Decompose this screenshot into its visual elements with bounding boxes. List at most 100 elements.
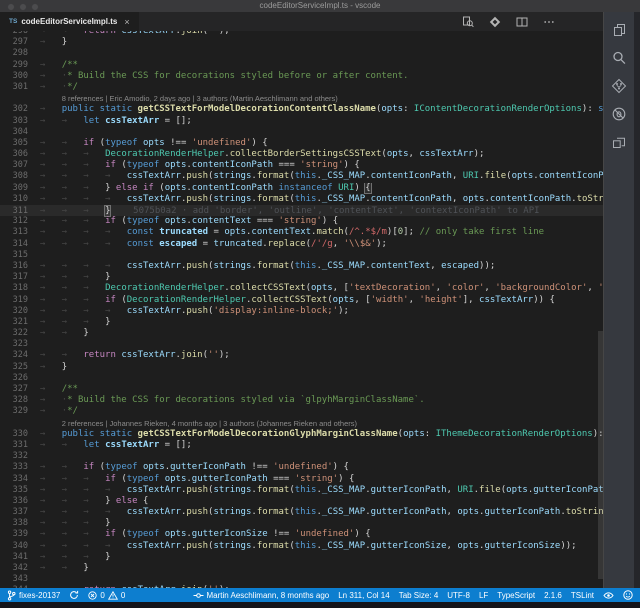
code-row[interactable]: 337→ → → → cssTextArr.push(strings.forma… <box>0 507 603 518</box>
code-row[interactable]: 322→ → } <box>0 328 603 339</box>
branch-indicator[interactable]: fixes-20137 <box>7 590 60 601</box>
line-number[interactable]: 329 <box>0 406 28 417</box>
line-number[interactable]: 337 <box>0 507 28 518</box>
eol[interactable]: LF <box>479 591 488 600</box>
line-number[interactable]: 318 <box>0 283 28 294</box>
tab-codeEditorServiceImpl[interactable]: TS codeEditorServiceImpl.ts × <box>0 12 139 31</box>
code-row[interactable]: 300→ ·* Build the CSS for decorations st… <box>0 71 603 82</box>
line-number[interactable]: 332 <box>0 451 28 462</box>
line-number[interactable]: 312 <box>0 216 28 227</box>
code-row[interactable]: 338→ → → } <box>0 518 603 529</box>
code-row[interactable]: 315 <box>0 250 603 261</box>
more-actions-icon[interactable] <box>541 14 557 30</box>
line-number[interactable]: 317 <box>0 272 28 283</box>
line-number[interactable]: 302 <box>0 104 28 115</box>
screen-reader-button[interactable] <box>603 591 614 600</box>
line-number[interactable]: 325 <box>0 362 28 373</box>
line-number[interactable]: 313 <box>0 227 28 238</box>
cursor-position[interactable]: Ln 311, Col 14 <box>338 591 389 600</box>
extensions-icon[interactable] <box>611 134 627 150</box>
code-row[interactable]: 304 <box>0 127 603 138</box>
line-number[interactable]: 338 <box>0 518 28 529</box>
code-row[interactable]: 307→ → → if (typeof opts.contentIconPath… <box>0 160 603 171</box>
code-row[interactable]: 297→ } <box>0 37 603 48</box>
code-row[interactable]: 314→ → → → const escaped = truncated.rep… <box>0 239 603 250</box>
zoom-window-button[interactable] <box>31 3 39 11</box>
line-number[interactable]: 315 <box>0 250 28 261</box>
code-row[interactable]: 326 <box>0 373 603 384</box>
code-row[interactable]: 342→ → } <box>0 563 603 574</box>
open-preview-icon[interactable] <box>460 14 476 30</box>
tab-size[interactable]: Tab Size: 4 <box>399 591 439 600</box>
code-row[interactable]: 301→ ·*/ <box>0 82 603 93</box>
code-row[interactable]: 306→ → → DecorationRenderHelper.collectB… <box>0 149 603 160</box>
code-row[interactable]: 308→ → → → cssTextArr.push(strings.forma… <box>0 171 603 182</box>
line-number[interactable]: 310 <box>0 194 28 205</box>
line-number[interactable]: 333 <box>0 462 28 473</box>
line-number[interactable]: 308 <box>0 171 28 182</box>
code-row[interactable]: 344→ → return cssTextArr.join(''); <box>0 585 603 588</box>
line-number[interactable]: 322 <box>0 328 28 339</box>
code-row[interactable]: 332 <box>0 451 603 462</box>
line-number[interactable]: 303 <box>0 116 28 127</box>
code-row[interactable]: 329→ ·*/ <box>0 406 603 417</box>
code-row[interactable]: 310→ → → → cssTextArr.push(strings.forma… <box>0 194 603 205</box>
code-row[interactable]: 311→ → → } 5075b0a2 · add 'border', 'out… <box>0 205 603 216</box>
problems-indicator[interactable]: 0 0 <box>88 591 125 600</box>
line-number[interactable]: 343 <box>0 574 28 585</box>
code-row[interactable]: 316→ → → → cssTextArr.push(strings.forma… <box>0 261 603 272</box>
code-row[interactable]: 324→ → return cssTextArr.join(''); <box>0 350 603 361</box>
line-number[interactable]: 304 <box>0 127 28 138</box>
line-number[interactable]: 316 <box>0 261 28 272</box>
code-row[interactable]: 321→ → → } <box>0 317 603 328</box>
split-editor-icon[interactable] <box>514 14 530 30</box>
sync-button[interactable] <box>69 590 79 600</box>
code-row[interactable]: 302→ public static getCSSTextForModelDec… <box>0 104 603 115</box>
code-row[interactable]: 340→ → → → cssTextArr.push(strings.forma… <box>0 541 603 552</box>
line-number[interactable]: 320 <box>0 306 28 317</box>
code-row[interactable]: 336→ → → } else { <box>0 496 603 507</box>
code-row[interactable]: 325→ } <box>0 362 603 373</box>
feedback-button[interactable] <box>623 590 633 600</box>
line-number[interactable]: 323 <box>0 339 28 350</box>
code-row[interactable]: 334→ → → if (typeof opts.gutterIconPath … <box>0 474 603 485</box>
line-number[interactable]: 328 <box>0 395 28 406</box>
line-number[interactable]: 334 <box>0 474 28 485</box>
code-row[interactable]: 305→ → if (typeof opts !== 'undefined') … <box>0 138 603 149</box>
line-number[interactable]: 344 <box>0 585 28 588</box>
tab-close-icon[interactable]: × <box>124 17 129 27</box>
line-number[interactable]: 324 <box>0 350 28 361</box>
codelens-text[interactable]: 8 references | Eric Amodio, 2 days ago |… <box>62 94 338 103</box>
line-number[interactable]: 307 <box>0 160 28 171</box>
line-number[interactable]: 335 <box>0 485 28 496</box>
code-row[interactable]: 303→ → let cssTextArr = []; <box>0 116 603 127</box>
line-number[interactable]: 306 <box>0 149 28 160</box>
code-row[interactable]: 331→ → let cssTextArr = []; <box>0 440 603 451</box>
line-number[interactable]: 305 <box>0 138 28 149</box>
code-row[interactable]: 333→ → if (typeof opts.gutterIconPath !=… <box>0 462 603 473</box>
code-row[interactable]: 323 <box>0 339 603 350</box>
code-row[interactable]: 317→ → → } <box>0 272 603 283</box>
debug-disabled-icon[interactable] <box>611 106 627 122</box>
line-number[interactable]: 314 <box>0 239 28 250</box>
scrollbar-thumb[interactable] <box>598 331 603 579</box>
line-number[interactable]: 319 <box>0 295 28 306</box>
line-number[interactable]: 327 <box>0 384 28 395</box>
line-number[interactable]: 336 <box>0 496 28 507</box>
source-control-icon[interactable] <box>611 78 627 94</box>
open-changes-icon[interactable] <box>487 14 503 30</box>
explorer-icon[interactable] <box>611 22 627 38</box>
code-row[interactable]: 330→ public static getCSSTextForModelDec… <box>0 429 603 440</box>
line-number[interactable]: 331 <box>0 440 28 451</box>
code-row[interactable]: 343 <box>0 574 603 585</box>
scm-blame-info[interactable]: Martin Aeschlimann, 8 months ago <box>193 591 330 600</box>
code-row[interactable]: 313→ → → → const truncated = opts.conten… <box>0 227 603 238</box>
code-row[interactable]: 309→ → → } else if (opts.contentIconPath… <box>0 183 603 194</box>
line-number[interactable]: 321 <box>0 317 28 328</box>
code-row[interactable]: 341→ → → } <box>0 552 603 563</box>
code-row[interactable]: 327→ /** <box>0 384 603 395</box>
line-number[interactable]: 299 <box>0 60 28 71</box>
codelens-text[interactable]: 2 references | Johannes Rieken, 4 months… <box>62 419 357 428</box>
code-row[interactable]: 318→ → → DecorationRenderHelper.collectC… <box>0 283 603 294</box>
ts-version[interactable]: 2.1.6 <box>544 591 562 600</box>
